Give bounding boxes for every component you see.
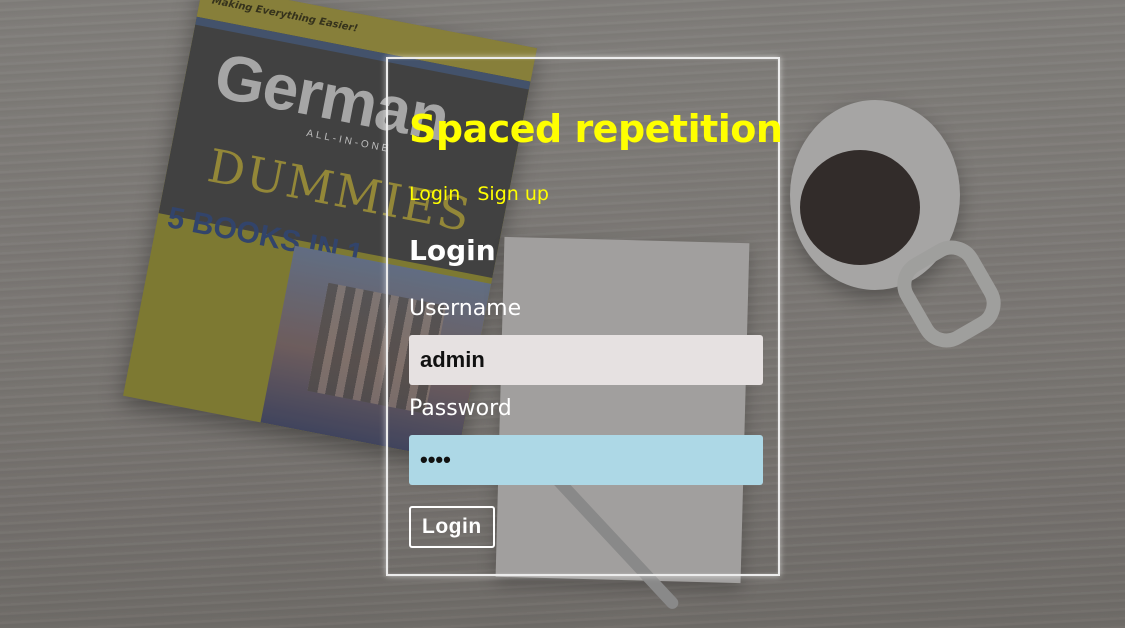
login-panel: Spaced repetition Login Sign up Login Us… — [386, 57, 783, 576]
nav-login-link[interactable]: Login — [409, 183, 460, 205]
password-label: Password — [409, 396, 512, 421]
username-input[interactable] — [409, 335, 763, 385]
nav-signup-link[interactable]: Sign up — [477, 183, 549, 205]
app-title: Spaced repetition — [409, 107, 783, 151]
page-background: Making Everything Easier! German ALL-IN-… — [0, 0, 1125, 628]
login-heading: Login — [409, 234, 496, 267]
top-nav: Login Sign up — [409, 183, 561, 205]
password-input[interactable] — [409, 435, 763, 485]
login-submit-button[interactable]: Login — [409, 506, 495, 548]
username-label: Username — [409, 296, 522, 321]
